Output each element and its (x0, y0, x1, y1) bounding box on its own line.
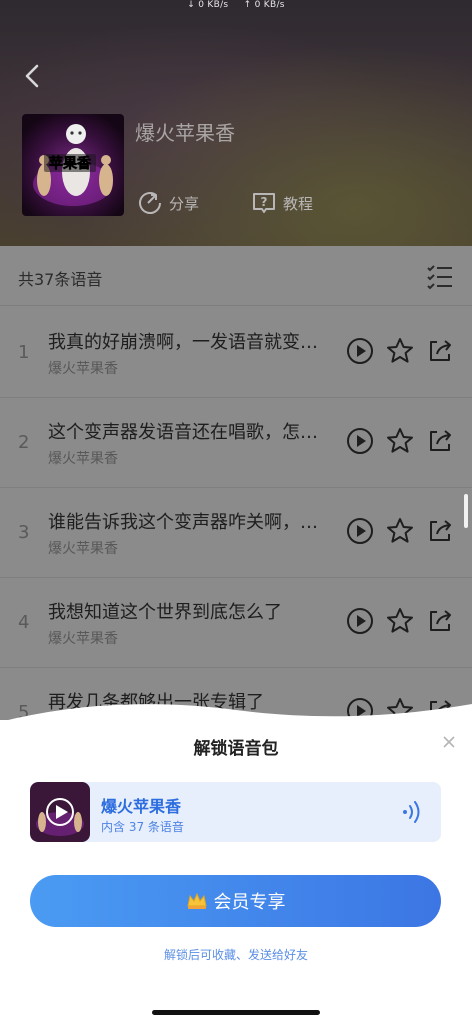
album-cover: 苹果香 (22, 114, 124, 216)
unlock-title: 解锁语音包 (193, 739, 279, 759)
item-title: 谁能告诉我这个变声器咋关啊，救命 (48, 512, 330, 533)
voice-count: 共37条语音 (18, 270, 103, 289)
home-indicator[interactable] (152, 1010, 320, 1015)
item-subtitle: 爆火苹果香 (48, 541, 118, 557)
svg-text:?: ? (261, 195, 268, 209)
header: ↓ 0 KB/s ↑ 0 KB/s 苹果香 爆火苹果香 分享 ? 教程 (0, 0, 472, 246)
play-icon[interactable] (345, 336, 375, 366)
help-icon: ? (253, 193, 275, 213)
status-bar: ↓ 0 KB/s ↑ 0 KB/s (0, 0, 472, 10)
scrollbar[interactable] (464, 494, 468, 528)
pack-title: 爆火苹果香 (135, 121, 235, 145)
item-index: 1 (18, 342, 30, 363)
item-subtitle: 爆火苹果香 (48, 451, 118, 467)
pack-name: 爆火苹果香 (101, 797, 182, 816)
list-menu-icon[interactable] (426, 264, 454, 290)
play-icon[interactable] (345, 606, 375, 636)
list-item[interactable]: 4 我想知道这个世界到底怎么了爆火苹果香 (0, 578, 472, 668)
unlock-hint: 解锁后可收藏、发送给好友 (163, 948, 308, 962)
star-icon[interactable] (385, 606, 415, 636)
share-icon[interactable] (425, 516, 455, 546)
tutorial-button[interactable]: ? 教程 (251, 190, 313, 216)
tutorial-label: 教程 (283, 194, 314, 213)
sound-wave-icon (403, 801, 420, 823)
star-icon[interactable] (385, 336, 415, 366)
svg-text:苹果香: 苹果香 (49, 155, 92, 172)
play-icon[interactable] (345, 516, 375, 546)
share-label: 分享 (169, 194, 200, 213)
list-item[interactable]: 1 我真的好崩溃啊，一发语音就变成唱歌爆火苹果香 (0, 308, 472, 398)
pack-thumbnail (30, 782, 90, 842)
back-icon[interactable] (22, 62, 44, 90)
vip-button[interactable]: 会员专享 (30, 875, 441, 927)
share-icon (139, 192, 161, 214)
item-subtitle: 爆火苹果香 (48, 361, 118, 377)
list-header: 共37条语音 (0, 246, 472, 306)
list-item[interactable]: 3 谁能告诉我这个变声器咋关啊，救命爆火苹果香 (0, 488, 472, 578)
list-item[interactable]: 2 这个变声器发语音还在唱歌，怎么回事爆火苹果香 (0, 398, 472, 488)
vip-button-label: 会员专享 (213, 892, 286, 913)
crown-icon (186, 892, 207, 909)
item-title: 我真的好崩溃啊，一发语音就变成唱歌 (48, 332, 330, 353)
item-subtitle: 爆火苹果香 (48, 631, 118, 647)
item-title: 我想知道这个世界到底怎么了 (48, 602, 282, 623)
share-button[interactable]: 分享 (137, 190, 199, 216)
share-icon[interactable] (425, 336, 455, 366)
voice-pack-card[interactable]: 爆火苹果香 内含 37 条语音 (30, 782, 441, 842)
share-icon[interactable] (425, 426, 455, 456)
share-icon[interactable] (425, 606, 455, 636)
item-index: 2 (18, 432, 30, 453)
upload-speed: ↑ 0 KB/s (243, 0, 285, 10)
star-icon[interactable] (385, 426, 415, 456)
pack-count: 内含 37 条语音 (101, 820, 184, 834)
star-icon[interactable] (385, 516, 415, 546)
close-icon[interactable] (442, 735, 456, 749)
play-icon[interactable] (345, 426, 375, 456)
item-title: 这个变声器发语音还在唱歌，怎么回事 (48, 422, 330, 443)
item-index: 3 (18, 522, 30, 543)
download-speed: ↓ 0 KB/s (187, 0, 229, 10)
item-index: 4 (18, 612, 30, 633)
